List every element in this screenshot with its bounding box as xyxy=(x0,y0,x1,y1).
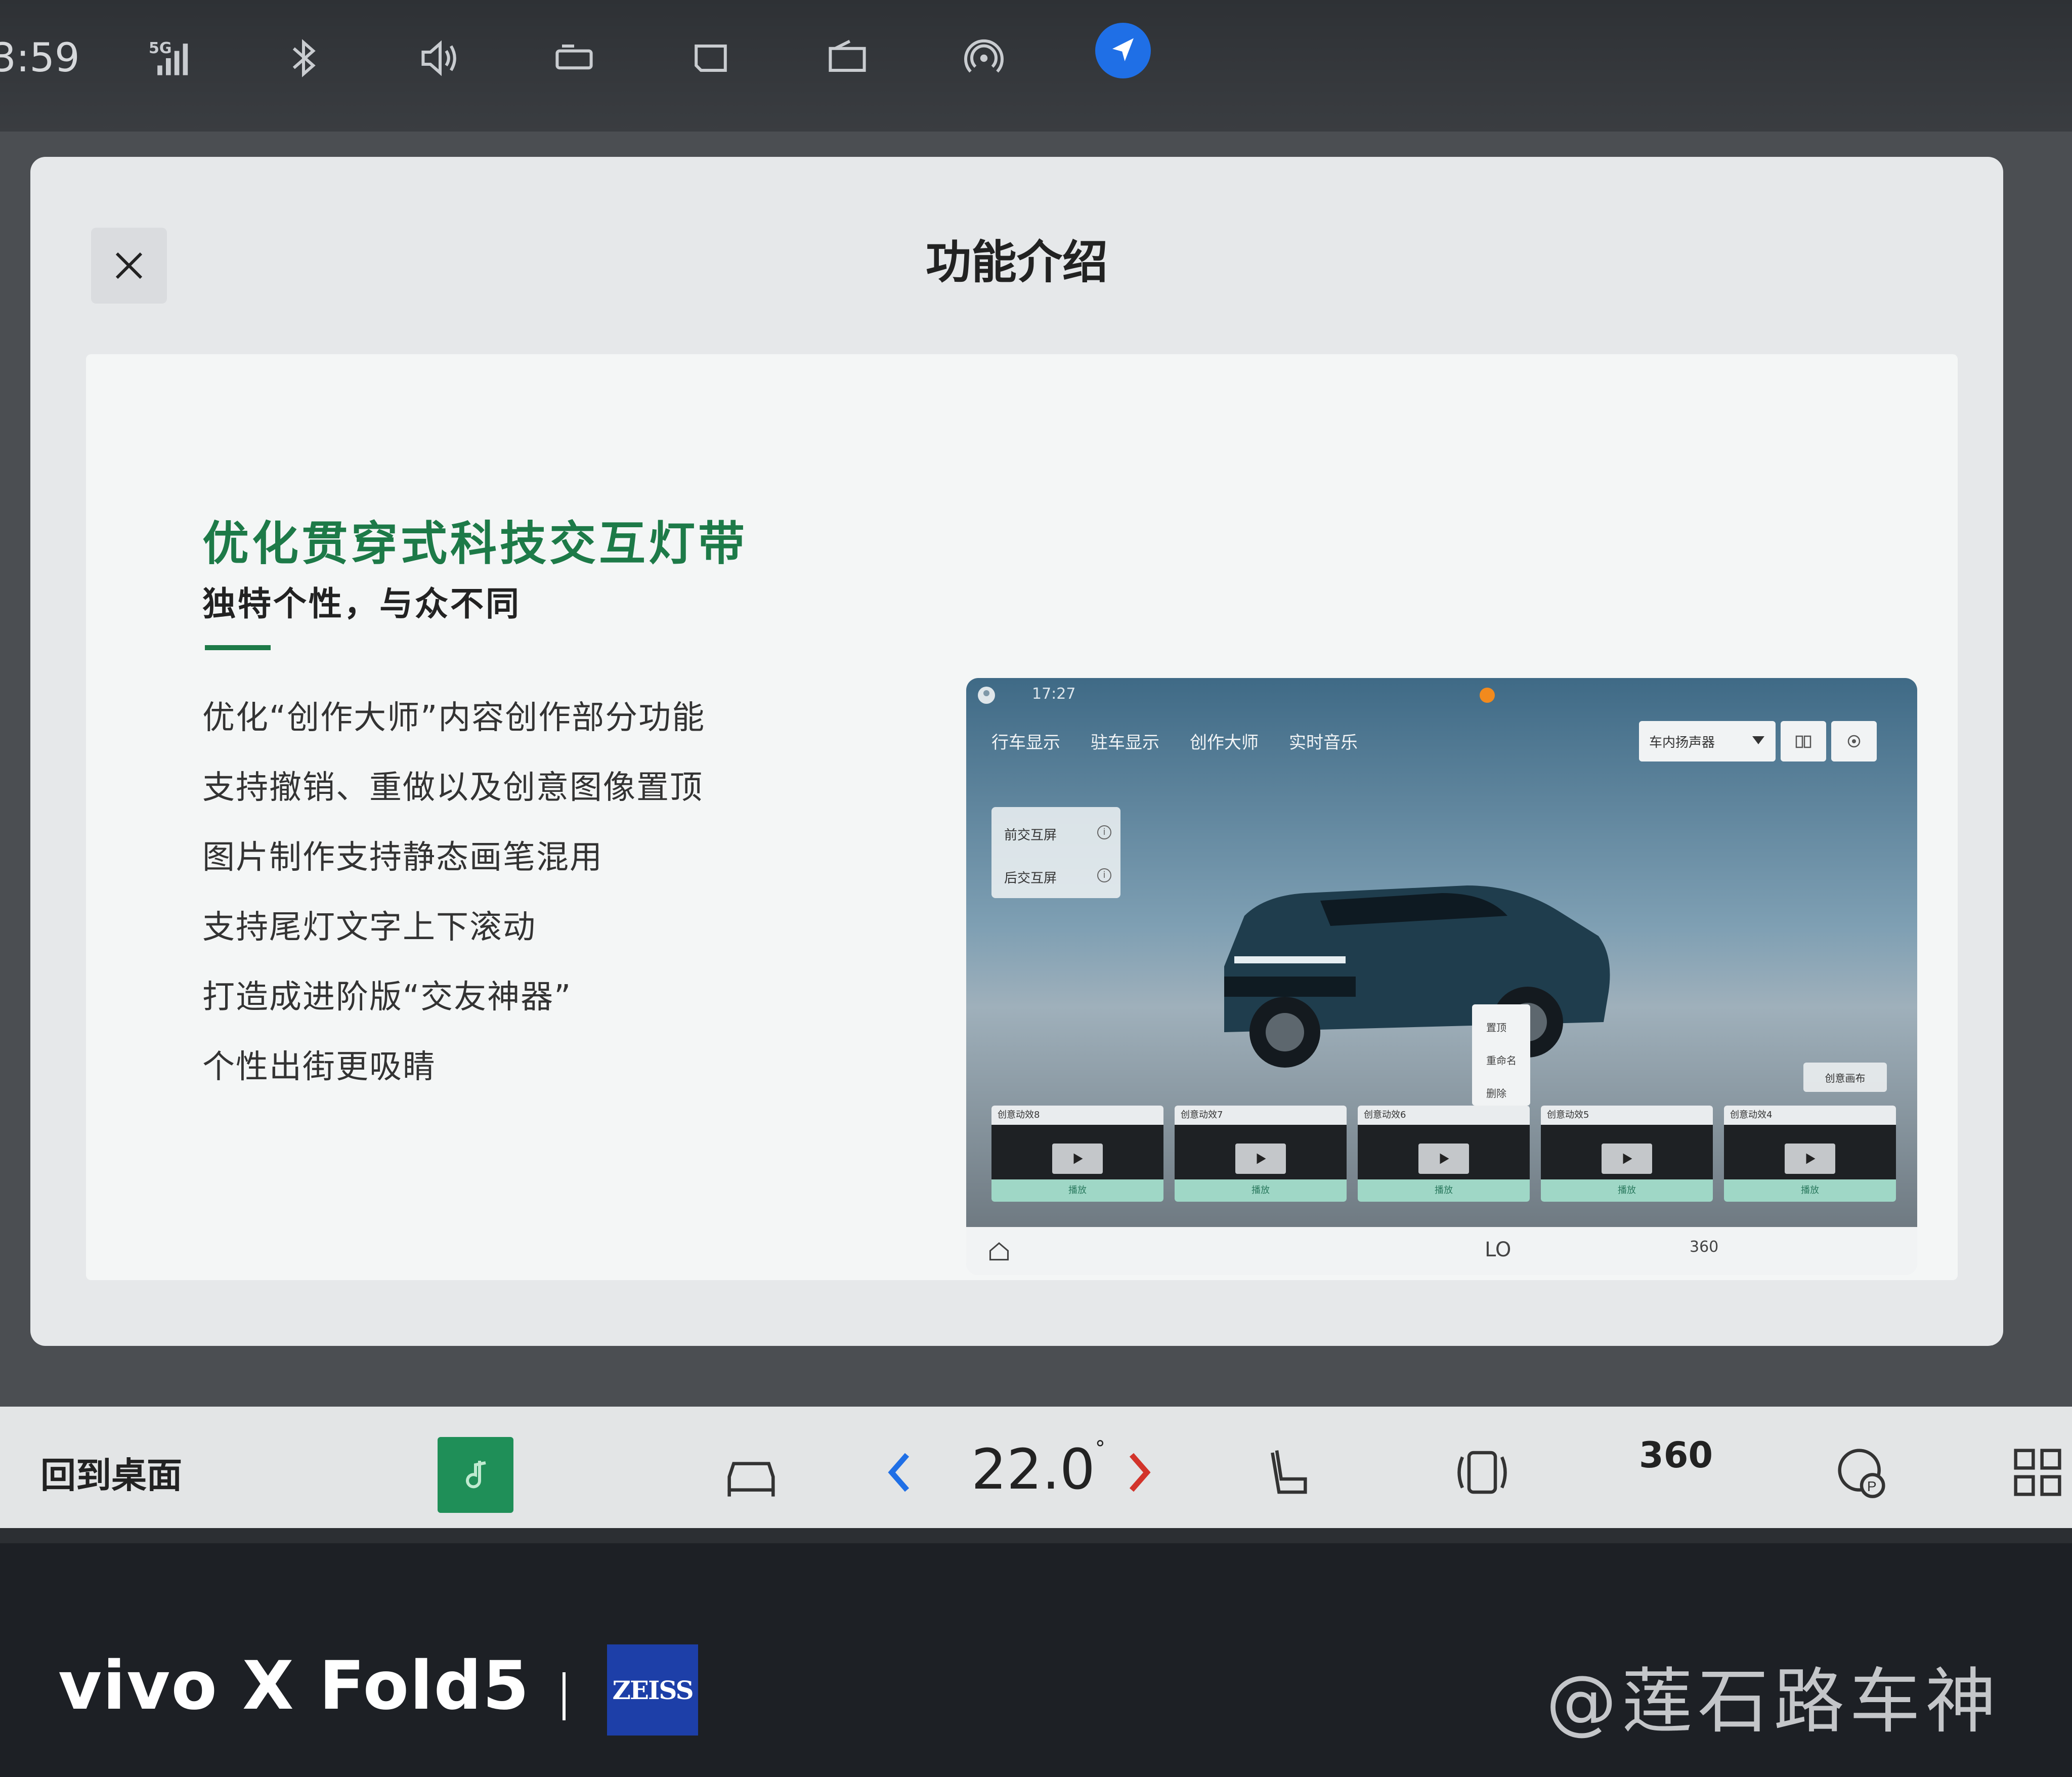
feature-item: 个性出街更吸睛 xyxy=(202,1048,436,1086)
preview-dock: LO 360 xyxy=(966,1227,1917,1275)
preview-card-row: 创意动效8 播放 创意动效7 播放 创意动效6 播放 创意动效5 播放 创意动效… xyxy=(991,1106,1896,1202)
music-note-icon xyxy=(466,1461,486,1489)
preview-card: 创意动效4 播放 xyxy=(1724,1106,1896,1202)
apps-grid-icon[interactable] xyxy=(2003,1434,2072,1510)
watermark-brand: vivo X Fold5 xyxy=(58,1647,530,1725)
feature-subtitle: 独特个性，与众不同 xyxy=(202,584,521,623)
preview-card-action: 播放 xyxy=(1175,1179,1347,1202)
preview-record-icon xyxy=(1477,685,1497,709)
zeiss-logo: ZEISS xyxy=(607,1644,698,1736)
preview-card-action: 播放 xyxy=(991,1179,1163,1202)
back-to-home-button[interactable]: 回到桌面 xyxy=(40,1447,182,1498)
preview-card-title: 创意动效7 xyxy=(1175,1106,1347,1125)
signal-icon: 5G xyxy=(142,30,202,86)
feature-intro-dialog: 功能介绍 优化贯穿式科技交互灯带 独特个性，与众不同 优化“创作大师”内容创作部… xyxy=(30,157,2003,1346)
preview-time: 17:27 xyxy=(1032,685,1076,703)
preview-side-menu: 前交互屏 i 后交互屏 i xyxy=(991,807,1120,898)
preview-side-item: 前交互屏 xyxy=(1004,828,1057,843)
preview-card-title: 创意动效5 xyxy=(1541,1106,1713,1125)
hotspot-icon[interactable] xyxy=(954,30,1014,86)
preview-card: 创意动效8 播放 xyxy=(991,1106,1163,1202)
music-app-button[interactable] xyxy=(438,1437,513,1513)
preview-menu-item: 删除 xyxy=(1486,1087,1506,1099)
navigation-icon[interactable] xyxy=(1095,23,1151,78)
info-icon: i xyxy=(1097,825,1111,839)
preview-menu-item: 重命名 xyxy=(1486,1054,1517,1067)
rear-defrost-icon[interactable] xyxy=(680,30,741,86)
temp-decrease-button[interactable] xyxy=(865,1434,936,1510)
preview-tab: 驻车显示 xyxy=(1091,733,1159,753)
defrost-icon[interactable] xyxy=(1442,1434,1523,1510)
svg-text:P: P xyxy=(1867,1478,1877,1494)
feature-preview-image: 17:27 行车显示 驻车显示 创作大师 实时音乐 车内扬声器 前交互屏 i 后… xyxy=(966,678,1917,1275)
signal-label: 5G xyxy=(149,39,172,57)
home-icon xyxy=(986,1238,1012,1268)
preview-tabs: 行车显示 驻车显示 创作大师 实时音乐 xyxy=(991,729,1358,753)
feature-item: 优化“创作大师”内容创作部分功能 xyxy=(202,699,706,737)
status-bar: 3:59 5G xyxy=(0,0,2072,132)
preview-book-icon xyxy=(1781,721,1826,761)
preview-tab: 实时音乐 xyxy=(1289,733,1358,753)
preview-screen: 17:27 行车显示 驻车显示 创作大师 实时音乐 车内扬声器 前交互屏 i 后… xyxy=(966,678,1917,1227)
preview-side-item: 后交互屏 xyxy=(1004,871,1057,886)
seat-heat-icon[interactable] xyxy=(544,30,605,86)
screen-bezel xyxy=(0,1528,2072,1543)
preview-context-menu: 置顶 重命名 删除 xyxy=(1472,1004,1530,1106)
preview-tab: 行车显示 xyxy=(991,733,1060,753)
preview-card-title: 创意动效4 xyxy=(1724,1106,1896,1125)
parking-icon[interactable]: P xyxy=(1821,1434,1902,1510)
car-image xyxy=(1224,885,1610,1068)
status-time: 3:59 xyxy=(0,35,80,81)
temperature-value: 22.0 xyxy=(971,1437,1095,1502)
preview-tab: 创作大师 xyxy=(1190,733,1259,753)
bluetooth-icon[interactable] xyxy=(273,30,334,86)
temperature-display: 22.0° xyxy=(971,1437,1105,1502)
preview-status-bar: 17:27 xyxy=(966,678,1917,713)
preview-avatar xyxy=(976,685,997,709)
play-icon xyxy=(1052,1144,1103,1174)
dialog-title: 功能介绍 xyxy=(926,236,1108,289)
preview-card-title: 创意动效6 xyxy=(1358,1106,1530,1125)
feature-item: 图片制作支持静态画笔混用 xyxy=(202,839,603,876)
window-icon[interactable] xyxy=(817,30,878,86)
feature-item: 支持撤销、重做以及创意图像置顶 xyxy=(202,769,703,807)
preview-card-action: 播放 xyxy=(1358,1179,1530,1202)
feature-item: 支持尾灯文字上下滚动 xyxy=(202,909,536,946)
play-icon xyxy=(1785,1144,1835,1174)
info-icon: i xyxy=(1097,868,1111,882)
camera-360-button[interactable]: 360 xyxy=(1639,1434,1713,1476)
volume-icon[interactable] xyxy=(410,30,470,86)
watermark-author: @莲石路车神 xyxy=(1545,1661,2001,1743)
play-icon xyxy=(1235,1144,1286,1174)
title-divider xyxy=(205,645,271,650)
preview-card: 创意动效6 播放 xyxy=(1358,1106,1530,1202)
preview-360: 360 xyxy=(1690,1238,1719,1256)
temp-increase-button[interactable] xyxy=(1103,1434,1174,1510)
preview-speaker-select: 车内扬声器 xyxy=(1639,721,1776,761)
chevron-down-icon xyxy=(1752,736,1764,744)
preview-settings-icon xyxy=(1831,721,1877,761)
seat-icon[interactable] xyxy=(1249,1434,1330,1510)
preview-card: 创意动效7 播放 xyxy=(1175,1106,1347,1202)
play-icon xyxy=(1602,1144,1652,1174)
preview-card-action: 播放 xyxy=(1724,1179,1896,1202)
watermark-divider xyxy=(563,1672,566,1720)
content-card: 优化贯穿式科技交互灯带 独特个性，与众不同 优化“创作大师”内容创作部分功能 支… xyxy=(86,354,1958,1280)
preview-card-title: 创意动效8 xyxy=(991,1106,1163,1125)
car-icon[interactable] xyxy=(711,1434,792,1510)
preview-menu-item: 置顶 xyxy=(1486,1022,1506,1034)
preview-create-button: 创意画布 xyxy=(1803,1063,1887,1092)
camera-watermark: vivo X Fold5 ZEISS @莲石路车神 xyxy=(0,1543,2072,1777)
preview-card: 创意动效5 播放 xyxy=(1541,1106,1713,1202)
preview-temp: LO xyxy=(1485,1238,1512,1261)
feature-list: 优化“创作大师”内容创作部分功能 支持撤销、重做以及创意图像置顶 图片制作支持静… xyxy=(202,683,705,1102)
car-dock: 回到桌面 22.0° 360 P xyxy=(0,1407,2072,1528)
preview-speaker-label: 车内扬声器 xyxy=(1649,735,1715,750)
play-icon xyxy=(1418,1144,1469,1174)
preview-card-action: 播放 xyxy=(1541,1179,1713,1202)
feature-title: 优化贯穿式科技交互灯带 xyxy=(202,517,748,571)
feature-item: 打造成进阶版“交友神器” xyxy=(202,979,572,1016)
